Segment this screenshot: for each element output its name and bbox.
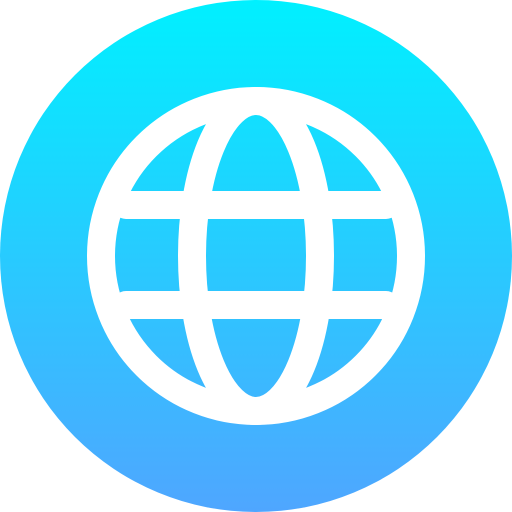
icon-background-circle <box>0 0 512 512</box>
globe-app-icon <box>0 0 512 512</box>
globe-icon <box>0 0 512 512</box>
